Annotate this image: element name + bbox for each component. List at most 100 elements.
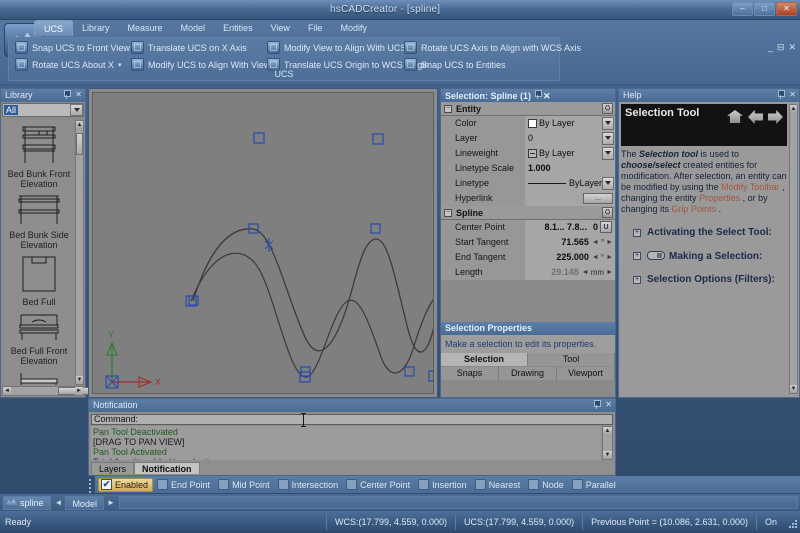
back-arrow-icon[interactable] — [748, 110, 763, 124]
ribbon-tab-view[interactable]: View — [262, 20, 299, 36]
snap-ucs-to-front-view-button[interactable]: Snap UCS to Front View — [15, 40, 130, 55]
grip-point[interactable] — [370, 223, 381, 234]
close-icon[interactable]: ✕ — [75, 90, 82, 100]
property-value-cell[interactable]: 1.000 — [525, 160, 615, 176]
chevron-down-icon[interactable]: ▾ — [118, 61, 122, 69]
toolbar-drag-handle[interactable] — [88, 477, 93, 493]
spinner-group[interactable]: ◄ ° ► — [592, 238, 613, 247]
tab-viewport[interactable]: Viewport — [557, 367, 615, 380]
spinner-right-icon[interactable]: ► — [606, 254, 613, 261]
property-row-end-tangent[interactable]: End Tangent 225.000 ◄ ° ► — [441, 249, 615, 265]
list-item[interactable]: Bed Bunk Side Elevation — [4, 189, 74, 250]
property-value-cell[interactable]: 0 — [525, 130, 615, 146]
list-item[interactable]: Bed Bunk Front Elevation — [4, 120, 74, 189]
notification-scrollbar[interactable]: ▲ ▼ — [602, 426, 613, 460]
close-icon[interactable]: ✕ — [605, 400, 612, 410]
expand-icon[interactable]: + — [633, 252, 641, 260]
library-item-list[interactable]: Bed Bunk Front Elevation Bed Bunk Side E… — [4, 120, 74, 385]
chevron-down-icon[interactable] — [602, 146, 614, 160]
property-value-cell[interactable]: 71.565 ◄ ° ► — [525, 234, 615, 250]
property-value-cell[interactable]: 8.1... 7.8... 0 U — [525, 219, 615, 235]
home-icon[interactable] — [727, 110, 743, 123]
chevron-down-icon[interactable] — [602, 176, 614, 190]
property-value-cell[interactable]: ... — [525, 190, 615, 206]
snap-end-point-button[interactable]: End Point — [155, 478, 214, 492]
close-icon[interactable]: ✕ — [789, 90, 796, 100]
checkbox-checked-icon[interactable]: ✔ — [101, 479, 112, 490]
grip-point[interactable] — [300, 366, 311, 377]
units-toggle-button[interactable]: U — [600, 221, 612, 233]
help-vertical-scrollbar[interactable]: ▲ ▼ — [789, 104, 798, 394]
rotate-ucs-axis-to-align-with-wcs-axis-button[interactable]: Rotate UCS Axis to Align with WCS Axis — [404, 40, 581, 55]
tab-notification[interactable]: Notification — [134, 462, 200, 474]
property-row-lineweight[interactable]: Lineweight By Layer — [441, 145, 615, 161]
scroll-right-icon[interactable]: ► — [75, 387, 83, 395]
document-tab-spline[interactable]: spline — [3, 495, 51, 510]
maximize-button[interactable]: □ — [754, 2, 775, 16]
property-row-linetype-scale[interactable]: Linetype Scale 1.000 — [441, 160, 615, 176]
snap-nearest-button[interactable]: Nearest — [473, 478, 525, 492]
scroll-down-icon[interactable]: ▼ — [603, 451, 612, 459]
translate-ucs-on-x-axis-button[interactable]: Translate UCS on X Axis — [131, 40, 270, 55]
resize-grip-icon[interactable] — [785, 516, 798, 529]
snap-mid-point-button[interactable]: Mid Point — [216, 478, 274, 492]
help-link-modify-toolbar[interactable]: Modify Toolbar — [721, 182, 779, 192]
ribbon-tab-file[interactable]: File — [299, 20, 332, 36]
minimize-button[interactable]: – — [732, 2, 753, 16]
spinner-left-icon[interactable]: ◄ — [592, 239, 599, 246]
help-link-properties[interactable]: Properties — [699, 193, 740, 203]
library-vertical-scrollbar[interactable]: ▲ ▼ — [75, 120, 84, 385]
pin-icon[interactable] — [777, 90, 786, 99]
spinner-left-icon[interactable]: ◄ — [592, 254, 599, 261]
pin-icon[interactable] — [534, 90, 542, 99]
scroll-down-icon[interactable]: ▼ — [790, 385, 797, 393]
library-horizontal-scrollbar[interactable]: ◄ ▪▪▪ ► — [2, 386, 100, 396]
layout-tab-model[interactable]: Model — [65, 495, 104, 510]
command-input[interactable]: Command: — [91, 414, 613, 425]
property-value-cell[interactable]: 225.000 ◄ ° ► — [525, 249, 615, 265]
chevron-down-icon[interactable] — [602, 116, 614, 130]
snap-center-point-button[interactable]: Center Point — [344, 478, 414, 492]
close-button[interactable]: ✕ — [776, 2, 797, 16]
scroll-up-icon[interactable]: ▲ — [790, 105, 797, 113]
property-row-linetype[interactable]: Linetype ByLayer — [441, 175, 615, 191]
tab-layers[interactable]: Layers — [91, 462, 135, 474]
list-item[interactable]: Bed Full Front Elevation — [4, 307, 74, 366]
drawing-canvas[interactable]: X Y — [92, 92, 434, 394]
tab-selection[interactable]: Selection — [441, 353, 528, 366]
tab-tool[interactable]: Tool — [528, 353, 615, 366]
pin-icon[interactable] — [63, 90, 72, 99]
status-ortho-toggle[interactable]: On — [755, 514, 785, 530]
spinner-group[interactable]: ◄ ° ► — [592, 253, 613, 262]
help-topic-activating-select-tool[interactable]: + Activating the Select Tool: — [621, 227, 787, 239]
property-value-cell[interactable]: ByLayer — [525, 175, 615, 191]
layout-prev-icon[interactable]: ◄ — [55, 498, 63, 507]
property-row-color[interactable]: Color By Layer — [441, 115, 615, 131]
spline-path[interactable] — [192, 228, 434, 353]
spinner-right-icon[interactable]: ► — [606, 239, 613, 246]
layout-next-icon[interactable]: ► — [107, 498, 115, 507]
pin-icon[interactable] — [593, 400, 602, 409]
mdi-close-button[interactable]: ✕ — [788, 42, 796, 52]
ribbon-tab-library[interactable]: Library — [73, 20, 119, 36]
notification-log[interactable]: Pan Tool Deactivated [DRAG TO PAN VIEW] … — [91, 426, 601, 460]
tab-snaps[interactable]: Snaps — [441, 367, 499, 380]
group-options-button[interactable]: ⛭ — [602, 207, 613, 218]
expand-icon[interactable]: + — [633, 276, 641, 284]
ribbon-tab-model[interactable]: Model — [172, 20, 215, 36]
snap-parallel-button[interactable]: Parallel — [570, 478, 620, 492]
chevron-down-icon[interactable] — [70, 104, 83, 116]
grip-point[interactable] — [404, 366, 415, 377]
group-options-button[interactable]: ⛭ — [602, 103, 613, 114]
property-group-entity[interactable]: − Entity ⛭ — [441, 102, 615, 116]
property-row-start-tangent[interactable]: Start Tangent 71.565 ◄ ° ► — [441, 234, 615, 250]
snap-insertion-button[interactable]: Insertion — [416, 478, 471, 492]
property-group-spline[interactable]: − Spline ⛭ — [441, 206, 615, 220]
library-filter-combobox[interactable]: All — [2, 103, 84, 117]
hyperlink-ellipsis-button[interactable]: ... — [583, 192, 613, 204]
help-topic-selection-options[interactable]: + Selection Options (Filters): — [621, 274, 787, 286]
list-item[interactable]: Bed Full — [4, 250, 74, 307]
ribbon-tab-modify[interactable]: Modify — [331, 20, 376, 36]
collapse-icon[interactable]: − — [444, 208, 452, 217]
scrollbar-thumb[interactable] — [76, 133, 83, 155]
